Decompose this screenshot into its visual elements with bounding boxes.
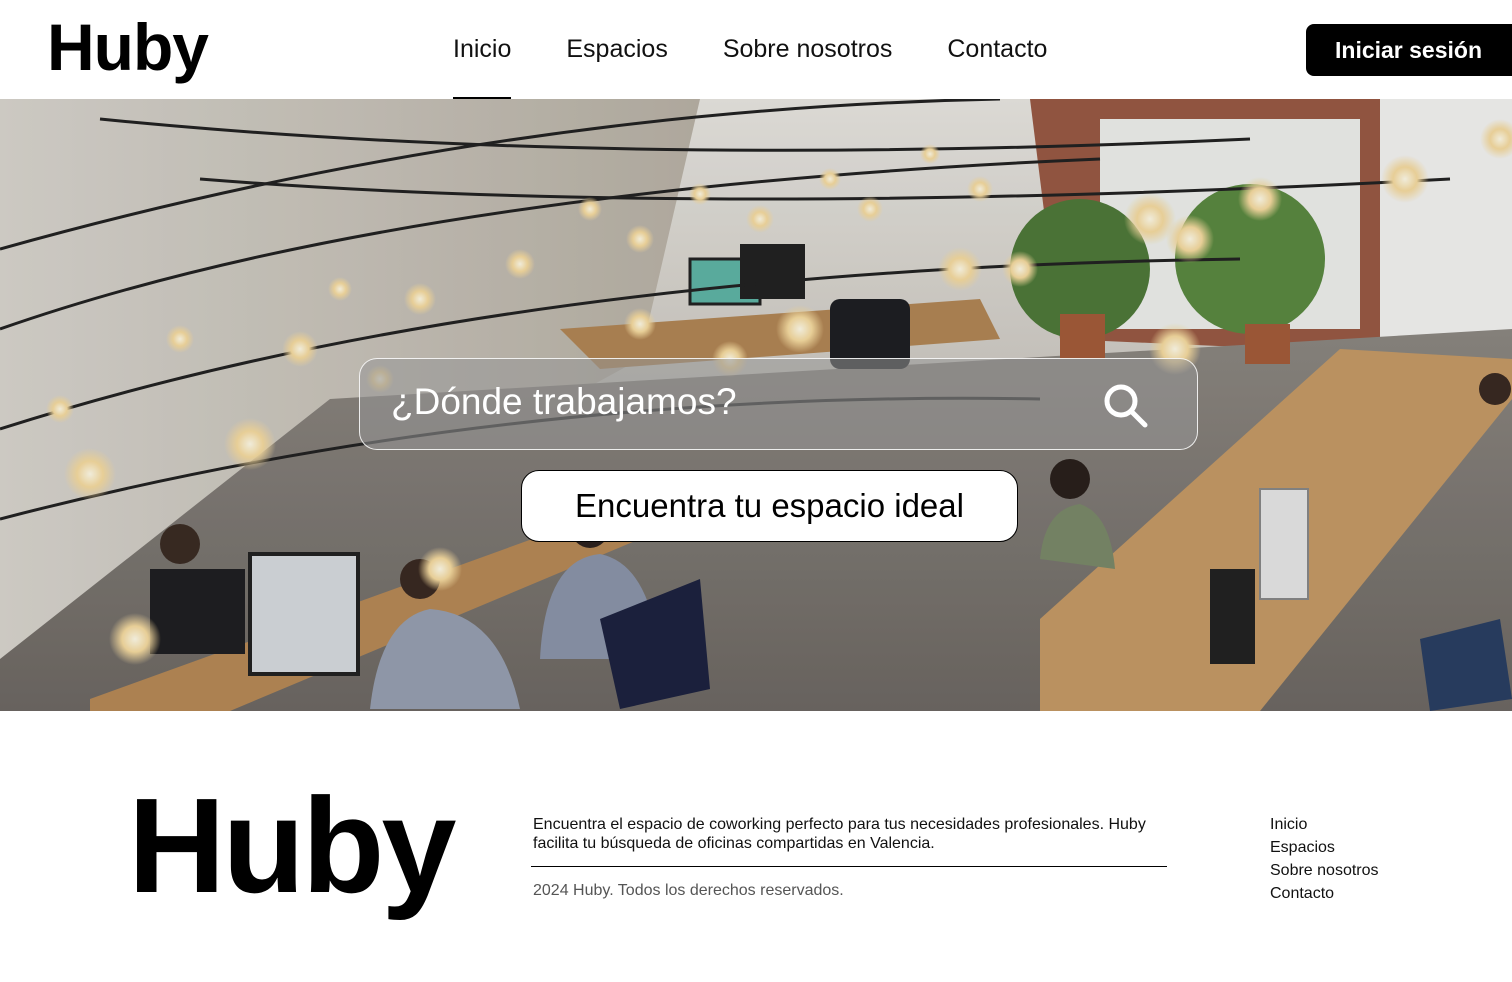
search-placeholder: ¿Dónde trabajamos? (391, 381, 737, 422)
footer-link-sobre-nosotros[interactable]: Sobre nosotros (1270, 859, 1379, 882)
hero-section: ¿Dónde trabajamos? Encuentra tu espacio … (0, 99, 1512, 711)
footer-link-espacios[interactable]: Espacios (1270, 836, 1379, 859)
find-space-button[interactable]: Encuentra tu espacio ideal (521, 470, 1018, 542)
footer-divider (531, 866, 1167, 867)
nav-item-sobre-nosotros[interactable]: Sobre nosotros (723, 0, 893, 99)
search-input[interactable]: ¿Dónde trabajamos? (359, 358, 1198, 450)
login-button[interactable]: Iniciar sesión (1306, 24, 1512, 76)
nav-item-contacto[interactable]: Contacto (947, 0, 1047, 99)
search-icon[interactable] (1101, 381, 1149, 429)
footer-copyright: 2024 Huby. Todos los derechos reservados… (533, 882, 844, 899)
site-header: Huby Inicio Espacios Sobre nosotros Cont… (0, 0, 1512, 99)
main-nav: Inicio Espacios Sobre nosotros Contacto (453, 0, 1102, 99)
nav-item-inicio[interactable]: Inicio (453, 0, 512, 99)
nav-item-espacios[interactable]: Espacios (566, 0, 667, 99)
footer-description: Encuentra el espacio de coworking perfec… (533, 816, 1146, 852)
header-logo[interactable]: Huby (47, 14, 209, 80)
footer-nav: Inicio Espacios Sobre nosotros Contacto (1270, 813, 1379, 905)
footer-logo: Huby (128, 770, 456, 921)
footer-link-inicio[interactable]: Inicio (1270, 813, 1379, 836)
footer-link-contacto[interactable]: Contacto (1270, 882, 1379, 905)
